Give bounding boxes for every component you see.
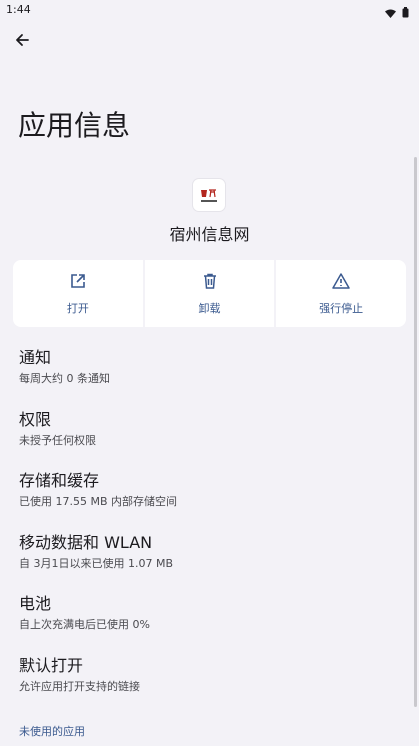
uninstall-label: 卸载	[198, 301, 221, 315]
setting-mobile-data[interactable]: 移动数据和 WLAN 自 3月1日以来已使用 1.07 MB	[0, 525, 419, 587]
battery-icon	[402, 3, 409, 22]
setting-subtitle: 自上次充满电后已使用 0%	[19, 618, 150, 631]
settings-list: 通知 每周大约 0 条通知 权限 未授予任何权限 存储和缓存 已使用 17.55…	[0, 340, 419, 709]
setting-subtitle: 每周大约 0 条通知	[19, 372, 110, 385]
app-name: 宿州信息网	[169, 225, 250, 244]
setting-title: 存储和缓存	[19, 471, 100, 490]
wifi-icon	[385, 3, 396, 22]
app-actions: 打开 卸载 强行停止	[13, 260, 407, 327]
setting-permissions[interactable]: 权限 未授予任何权限	[0, 402, 419, 464]
app-logo-icon	[199, 188, 219, 202]
setting-battery[interactable]: 电池 自上次充满电后已使用 0%	[0, 586, 419, 648]
warning-icon	[332, 272, 350, 294]
setting-subtitle: 允许应用打开支持的链接	[19, 679, 140, 693]
setting-title: 通知	[19, 348, 52, 367]
setting-title: 权限	[19, 409, 52, 429]
status-icons	[385, 3, 409, 22]
setting-title: 电池	[19, 594, 52, 613]
setting-notifications[interactable]: 通知 每周大约 0 条通知	[0, 340, 419, 402]
setting-storage[interactable]: 存储和缓存 已使用 17.55 MB 内部存储空间	[0, 463, 419, 525]
setting-title: 默认打开	[19, 655, 84, 675]
app-icon	[193, 179, 225, 211]
setting-title: 移动数据和 WLAN	[19, 532, 153, 552]
force-stop-label: 强行停止	[319, 301, 364, 315]
page-title: 应用信息	[18, 109, 131, 142]
setting-subtitle: 自 3月1日以来已使用 1.07 MB	[19, 556, 174, 570]
open-button[interactable]: 打开	[13, 260, 143, 327]
open-label: 打开	[66, 301, 89, 315]
open-external-icon	[69, 272, 87, 294]
status-time: 1:44	[6, 3, 31, 16]
unused-apps-link[interactable]: 未使用的应用	[19, 723, 85, 739]
arrow-left-icon	[14, 32, 30, 52]
setting-subtitle: 未授予任何权限	[19, 433, 96, 447]
uninstall-button[interactable]: 卸载	[144, 260, 275, 327]
status-bar: 1:44	[0, 0, 419, 20]
force-stop-button[interactable]: 强行停止	[276, 260, 407, 327]
back-button[interactable]	[8, 28, 36, 56]
setting-open-by-default[interactable]: 默认打开 允许应用打开支持的链接	[0, 648, 419, 710]
trash-icon	[201, 272, 219, 294]
setting-subtitle: 已使用 17.55 MB 内部存储空间	[19, 495, 178, 508]
app-info-screen: 1:44 应用信息 宿州信息网 打开 卸载 强行停止 通知 每周大约 0 条通知…	[0, 0, 419, 746]
